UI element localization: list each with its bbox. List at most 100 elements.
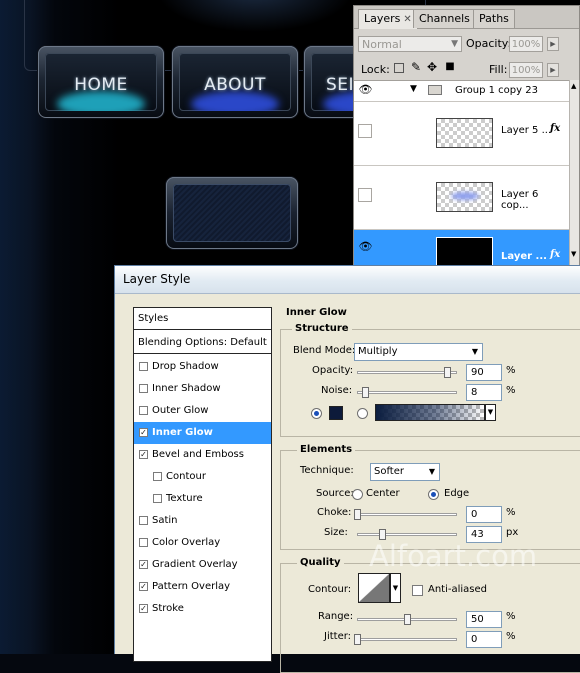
opacity-slider-track[interactable] (357, 371, 457, 374)
layers-scrollbar[interactable]: ▲ ▼ (569, 80, 579, 266)
style-checkbox[interactable] (139, 384, 148, 393)
layers-panel: Layers ✕ Channels Paths Normal ▼ Opacity:… (353, 5, 580, 267)
jitter-slider-thumb[interactable] (354, 634, 361, 645)
fill-slider-arrow-icon[interactable]: ▶ (547, 63, 559, 77)
range-field[interactable]: 50 (466, 611, 502, 628)
style-checkbox[interactable] (153, 472, 162, 481)
visibility-toggle-box[interactable] (358, 188, 372, 202)
visibility-toggle-box[interactable] (358, 124, 372, 138)
source-edge-label: Edge (444, 488, 470, 499)
blend-mode-select[interactable]: Normal ▼ (358, 36, 462, 52)
opacity-field[interactable]: 100% (509, 36, 543, 52)
opacity-slider-arrow-icon[interactable]: ▶ (547, 37, 559, 51)
tab-channels[interactable]: Channels (413, 9, 476, 28)
blend-mode-value: Multiply (358, 346, 398, 357)
layer-row[interactable]: Layer 6 cop... (354, 166, 569, 230)
jitter-slider-track[interactable] (357, 638, 457, 641)
section-title: Inner Glow (286, 307, 347, 318)
solid-color-radio[interactable] (311, 408, 322, 419)
size-slider-track[interactable] (357, 533, 457, 536)
style-checkbox[interactable]: ✓ (139, 582, 148, 591)
anti-aliased-checkbox[interactable] (412, 585, 423, 596)
source-center-radio[interactable] (352, 489, 363, 500)
fill-field[interactable]: 100% (509, 62, 543, 78)
tab-paths[interactable]: Paths (473, 9, 515, 28)
jitter-label: Jitter: (324, 631, 352, 642)
style-checkbox[interactable] (139, 406, 148, 415)
choke-slider-thumb[interactable] (354, 509, 361, 520)
anti-aliased-label: Anti-aliased (428, 584, 488, 595)
quality-title: Quality (297, 557, 344, 568)
lock-transparency-icon[interactable] (394, 63, 404, 73)
jitter-field[interactable]: 0 (466, 631, 502, 648)
layer-thumbnail (436, 118, 493, 148)
style-checkbox[interactable] (139, 516, 148, 525)
fx-icon[interactable]: fx (550, 123, 560, 134)
style-item-drop-shadow[interactable]: Drop Shadow (134, 356, 271, 378)
lock-position-move-icon[interactable]: ✥ (427, 61, 437, 73)
source-edge-radio[interactable] (428, 489, 439, 500)
visibility-eye-icon[interactable]: 👁 (358, 83, 373, 97)
gradient-dropdown-arrow-icon[interactable]: ▼ (485, 404, 496, 421)
noise-label: Noise: (321, 385, 353, 396)
style-item-bevel-and-emboss[interactable]: ✓ Bevel and Emboss (134, 444, 271, 466)
glow-blend-mode-select[interactable]: Multiply ▼ (354, 343, 483, 361)
layer-row-selected[interactable]: 👁 Layer ... fx (354, 230, 569, 266)
lock-all-padlock-icon[interactable]: ■ (445, 62, 455, 73)
style-item-outer-glow[interactable]: Outer Glow (134, 400, 271, 422)
fx-icon[interactable]: fx (550, 249, 560, 260)
style-item-inner-shadow[interactable]: Inner Shadow (134, 378, 271, 400)
style-item-inner-glow[interactable]: ✓ Inner Glow (134, 422, 271, 444)
scroll-up-arrow-icon[interactable]: ▲ (571, 82, 576, 90)
glow-gradient-swatch[interactable] (375, 404, 485, 421)
choke-slider-track[interactable] (357, 513, 457, 516)
contour-thumbnail[interactable] (358, 573, 390, 603)
style-item-satin[interactable]: Satin (134, 510, 271, 532)
blank-button-preview (166, 177, 298, 249)
layer-row-group[interactable]: 👁 ▼ Group 1 copy 23 (354, 81, 569, 102)
style-checkbox[interactable]: ✓ (139, 560, 148, 569)
expand-triangle-icon[interactable]: ▼ (410, 84, 417, 94)
layer-name: Layer 6 cop... (501, 189, 539, 211)
style-checkbox[interactable]: ✓ (139, 428, 148, 437)
choke-field[interactable]: 0 (466, 506, 502, 523)
technique-select[interactable]: Softer ▼ (370, 463, 440, 481)
opacity-slider-thumb[interactable] (444, 367, 451, 378)
style-checkbox[interactable] (153, 494, 162, 503)
style-item-texture[interactable]: Texture (134, 488, 271, 510)
noise-field[interactable]: 8 (466, 384, 502, 401)
style-checkbox[interactable]: ✓ (139, 450, 148, 459)
style-item-color-overlay[interactable]: Color Overlay (134, 532, 271, 554)
style-checkbox[interactable] (139, 538, 148, 547)
blend-mode-label: Blend Mode: (293, 345, 356, 356)
style-item-pattern-overlay[interactable]: ✓ Pattern Overlay (134, 576, 271, 598)
styles-header[interactable]: Styles (134, 308, 271, 330)
style-checkbox[interactable] (139, 362, 148, 371)
noise-slider-thumb[interactable] (362, 387, 369, 398)
layer-name: Layer ... (501, 251, 547, 262)
style-item-stroke[interactable]: ✓ Stroke (134, 598, 271, 620)
layer-thumbnail (436, 182, 493, 212)
chevron-down-icon: ▼ (451, 39, 458, 49)
opacity-label: Opacity: (466, 37, 512, 50)
dialog-title[interactable]: Layer Style (115, 266, 580, 294)
layer-row[interactable]: Layer 5 ... fx (354, 102, 569, 166)
contour-dropdown-arrow-icon[interactable]: ▼ (390, 573, 401, 603)
style-item-label: Satin (152, 515, 178, 526)
style-item-label: Texture (166, 493, 203, 504)
contour-label: Contour: (308, 584, 352, 595)
scroll-down-arrow-icon[interactable]: ▼ (571, 250, 576, 258)
opacity-field[interactable]: 90 (466, 364, 502, 381)
gradient-radio[interactable] (357, 408, 368, 419)
lock-paint-brush-icon[interactable]: ✎ (411, 61, 421, 73)
range-slider-thumb[interactable] (404, 614, 411, 625)
close-icon[interactable]: ✕ (403, 14, 411, 25)
tab-layers[interactable]: Layers ✕ (358, 9, 418, 29)
style-item-contour[interactable]: Contour (134, 466, 271, 488)
glow-color-swatch[interactable] (329, 406, 343, 420)
style-checkbox[interactable]: ✓ (139, 604, 148, 613)
noise-slider-track[interactable] (357, 391, 457, 394)
style-item-gradient-overlay[interactable]: ✓ Gradient Overlay (134, 554, 271, 576)
visibility-eye-icon[interactable]: 👁 (358, 240, 373, 254)
blending-options[interactable]: Blending Options: Default (134, 332, 271, 354)
